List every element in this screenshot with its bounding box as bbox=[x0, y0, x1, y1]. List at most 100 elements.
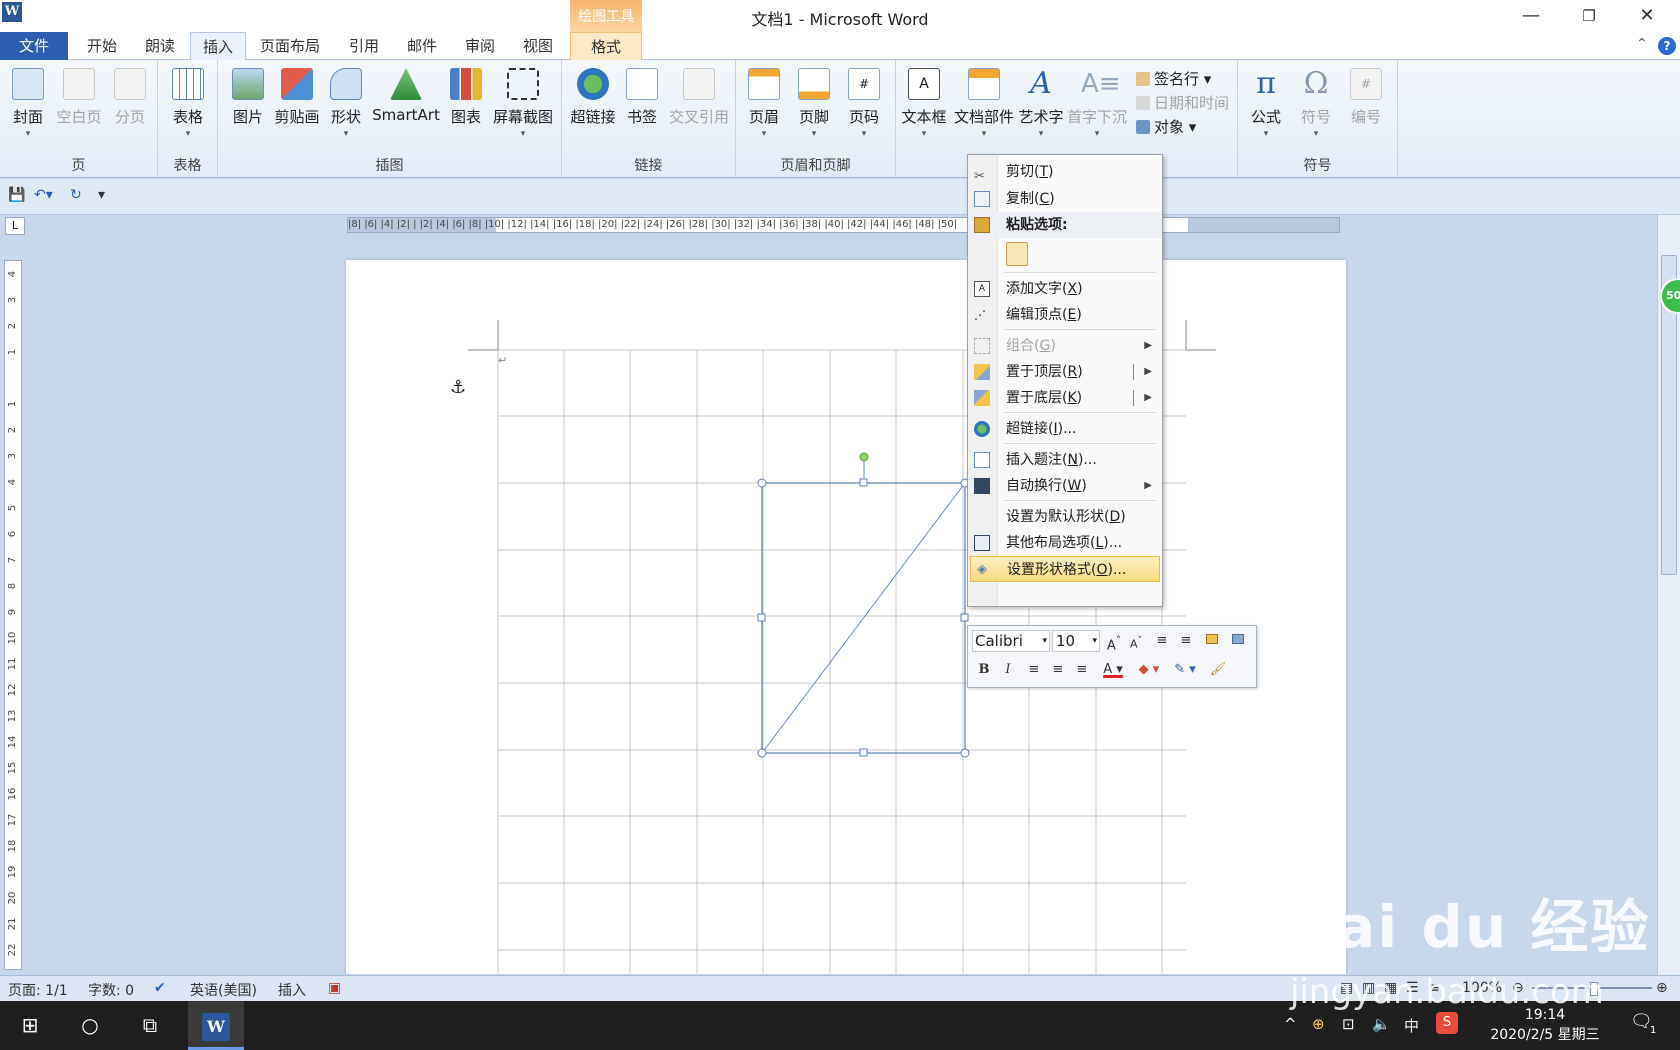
ime-indicator[interactable]: 中 bbox=[1404, 1015, 1419, 1036]
font-size-select[interactable]: 10 ▾ bbox=[1052, 630, 1100, 652]
menu-item-cut[interactable]: ✂ 剪切(T) bbox=[968, 159, 1162, 185]
menu-item-more-layout-options[interactable]: 其他布局选项(L)... bbox=[968, 530, 1162, 556]
vertical-scrollbar[interactable] bbox=[1657, 215, 1680, 975]
shapes-button[interactable]: 形状 ▾ bbox=[326, 68, 366, 139]
chart-button[interactable]: 图表 bbox=[446, 68, 486, 127]
language[interactable]: 英语(美国) bbox=[190, 980, 257, 1000]
align-center-icon[interactable]: ≡ bbox=[1048, 659, 1068, 681]
menu-item-text-wrapping[interactable]: 自动换行(W) ▶ bbox=[968, 473, 1162, 499]
increase-indent-icon[interactable]: ≡ bbox=[1176, 630, 1196, 652]
document-page[interactable]: ⚓ ↵ bbox=[346, 260, 1346, 974]
menu-item-insert-caption[interactable]: 插入题注(N)... bbox=[968, 447, 1162, 473]
redo-icon[interactable]: ↻ bbox=[70, 187, 82, 203]
numbering-button[interactable]: # 编号 bbox=[1346, 68, 1386, 127]
tab-file[interactable]: 文件 bbox=[0, 32, 68, 60]
bold-icon[interactable]: B bbox=[974, 659, 994, 681]
menu-item-hyperlink[interactable]: 超链接(I)... bbox=[968, 416, 1162, 442]
tab-references[interactable]: 引用 bbox=[340, 32, 388, 60]
clipart-button[interactable]: 剪贴画 bbox=[272, 68, 322, 127]
footer-button[interactable]: 页脚 ▾ bbox=[794, 68, 834, 139]
cover-page-button[interactable]: 封面 ▾ bbox=[8, 68, 48, 139]
align-right-icon[interactable]: ≡ bbox=[1072, 659, 1092, 681]
date-time-button[interactable]: 日期和时间 bbox=[1136, 92, 1229, 113]
screenshot-button[interactable]: 屏幕截图 ▾ bbox=[490, 68, 556, 139]
proofing-icon[interactable]: ✔ bbox=[154, 980, 166, 996]
minimize-button[interactable]: — bbox=[1504, 0, 1558, 32]
page-count[interactable]: 页面: 1/1 bbox=[8, 980, 68, 1000]
restore-button[interactable]: ❐ bbox=[1562, 0, 1616, 32]
hyperlink-button[interactable]: 超链接 bbox=[568, 68, 618, 127]
tray-app-icon[interactable]: ⊕ bbox=[1312, 1015, 1325, 1033]
horizontal-ruler[interactable]: |8| |6| |4| |2| | |2| |4| |6| |8| |10| |… bbox=[347, 217, 1340, 233]
signature-line-button[interactable]: 签名行 ▾ bbox=[1136, 68, 1211, 89]
menu-item-bring-to-front[interactable]: 置于顶层(R) ▶ bbox=[968, 359, 1162, 385]
insert-mode[interactable]: 插入 bbox=[278, 980, 306, 1000]
symbol-button[interactable]: Ω 符号 ▾ bbox=[1296, 68, 1336, 140]
help-icon[interactable]: ? bbox=[1658, 37, 1676, 55]
paste-keep-formatting-icon[interactable] bbox=[1006, 242, 1028, 266]
undo-icon[interactable]: ↶▾ bbox=[34, 187, 53, 203]
shrink-font-icon[interactable]: A˅ bbox=[1126, 630, 1146, 652]
align-left-icon[interactable]: ≡ bbox=[1024, 659, 1044, 681]
tab-page-layout[interactable]: 页面布局 bbox=[256, 32, 324, 60]
grow-font-icon[interactable]: A˄ bbox=[1104, 630, 1124, 653]
word-app-icon[interactable]: W bbox=[2, 2, 22, 22]
task-view-icon[interactable]: ⧉ bbox=[126, 1001, 174, 1050]
menu-item-send-to-back[interactable]: 置于底层(K) ▶ bbox=[968, 385, 1162, 411]
volume-icon[interactable]: 🔈 bbox=[1372, 1015, 1391, 1033]
shape-outline-icon[interactable]: ✎ ▾ bbox=[1168, 659, 1202, 681]
object-button[interactable]: 对象 ▾ bbox=[1136, 116, 1196, 137]
tab-home[interactable]: 开始 bbox=[78, 32, 126, 60]
macro-record-icon[interactable]: ▣ bbox=[328, 980, 341, 996]
blank-page-button[interactable]: 空白页 bbox=[54, 68, 104, 127]
cross-reference-button[interactable]: 交叉引用 bbox=[666, 68, 732, 127]
smartart-button[interactable]: SmartArt bbox=[370, 68, 442, 124]
tab-format[interactable]: 格式 bbox=[570, 32, 642, 60]
page-break-button[interactable]: 分页 bbox=[110, 68, 150, 127]
menu-item-format-shape[interactable]: ◈ 设置形状格式(O)... bbox=[970, 556, 1160, 582]
picture-button[interactable]: 图片 bbox=[228, 68, 268, 127]
tab-view[interactable]: 视图 bbox=[514, 32, 562, 60]
submenu-arrow-icon[interactable]: ▶ bbox=[1144, 359, 1152, 385]
submenu-arrow-icon[interactable]: ▶ bbox=[1144, 385, 1152, 411]
customize-qat-icon[interactable]: ▾ bbox=[98, 187, 105, 203]
menu-item-group[interactable]: 组合(G) ▶ bbox=[968, 333, 1162, 359]
rotation-handle[interactable] bbox=[859, 452, 869, 462]
italic-icon[interactable]: I bbox=[998, 659, 1018, 681]
header-button[interactable]: 页眉 ▾ bbox=[744, 68, 784, 139]
collapse-ribbon-icon[interactable]: ⌃ bbox=[1636, 36, 1648, 52]
show-hidden-icons-icon[interactable]: ^ bbox=[1284, 1015, 1297, 1033]
send-back-icon[interactable] bbox=[1228, 630, 1248, 652]
windows-start-icon[interactable]: ⊞ bbox=[6, 1001, 54, 1050]
textbox-button[interactable]: A 文本框 ▾ bbox=[900, 68, 948, 139]
table-button[interactable]: 表格 ▾ bbox=[166, 68, 210, 139]
font-color-icon[interactable]: A ▾ bbox=[1098, 659, 1128, 681]
network-icon[interactable]: ⊡ bbox=[1342, 1015, 1355, 1033]
tab-selector-icon[interactable]: L bbox=[5, 217, 25, 235]
word-count[interactable]: 字数: 0 bbox=[88, 980, 134, 1000]
zoom-in-icon[interactable]: ⊕ bbox=[1656, 980, 1668, 996]
tab-review[interactable]: 审阅 bbox=[456, 32, 504, 60]
page-number-button[interactable]: # 页码 ▾ bbox=[844, 68, 884, 139]
decrease-indent-icon[interactable]: ≡ bbox=[1152, 630, 1172, 652]
quick-parts-button[interactable]: 文档部件 ▾ bbox=[952, 68, 1016, 139]
cortana-search-icon[interactable]: ○ bbox=[66, 1001, 114, 1050]
equation-button[interactable]: π 公式 ▾ bbox=[1246, 68, 1286, 140]
word-taskbar-icon[interactable]: W bbox=[188, 1001, 244, 1050]
font-name-select[interactable]: Calibri ▾ bbox=[972, 630, 1050, 652]
tab-mailings[interactable]: 邮件 bbox=[398, 32, 446, 60]
menu-item-set-default-shape[interactable]: 设置为默认形状(D) bbox=[968, 504, 1162, 530]
format-painter-icon[interactable]: 🖌 bbox=[1208, 659, 1228, 681]
tab-read-aloud[interactable]: 朗读 bbox=[136, 32, 184, 60]
wordart-button[interactable]: A 艺术字 ▾ bbox=[1016, 68, 1066, 140]
menu-item-edit-points[interactable]: ⋰ 编辑顶点(E) bbox=[968, 302, 1162, 328]
shape-fill-icon[interactable]: ◆ ▾ bbox=[1132, 659, 1166, 681]
close-button[interactable]: ✕ bbox=[1620, 0, 1674, 32]
tab-insert[interactable]: 插入 bbox=[190, 32, 246, 61]
vertical-ruler[interactable]: 4 3 2 1 1 2 3 4 5 6 7 8 9 10 11 12 13 14… bbox=[4, 260, 22, 970]
save-icon[interactable]: 💾 bbox=[8, 187, 25, 203]
menu-item-copy[interactable]: 复制(C) bbox=[968, 186, 1162, 212]
menu-item-add-text[interactable]: A 添加文字(X) bbox=[968, 276, 1162, 302]
bookmark-button[interactable]: 书签 bbox=[622, 68, 662, 127]
bring-front-icon[interactable] bbox=[1202, 630, 1222, 652]
